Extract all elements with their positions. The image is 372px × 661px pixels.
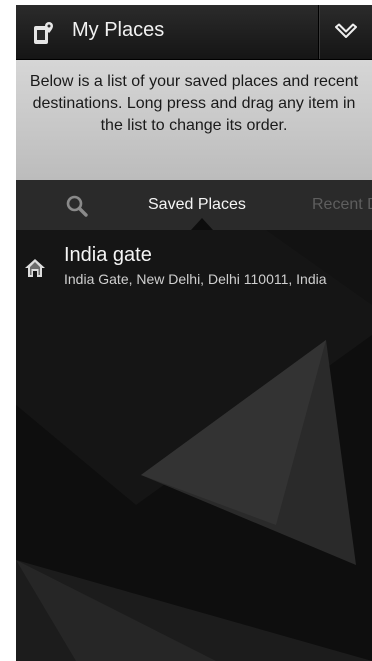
place-address: India Gate, New Delhi, Delhi 110011, Ind… [64,271,327,287]
phone-pin-icon [34,22,53,44]
page-title: My Places [72,19,165,41]
search-icon[interactable] [64,193,90,219]
tab-saved-places[interactable]: Saved Places [148,196,246,214]
my-places-screen: My Places Below is a list of your saved … [16,5,372,661]
active-tab-indicator [191,218,213,230]
menu-button[interactable] [320,5,372,59]
info-banner-text: Below is a list of your saved places and… [29,73,359,134]
title-divider [318,5,319,59]
tab-recent-destinations[interactable]: Recent Destinations [312,196,372,214]
home-icon [25,259,45,277]
place-name: India gate [64,244,152,266]
chevron-down-icon [335,23,357,38]
title-bar: My Places [16,5,372,60]
info-banner: Below is a list of your saved places and… [16,60,372,180]
saved-place-item[interactable]: India gate India Gate, New Delhi, Delhi … [16,239,372,295]
